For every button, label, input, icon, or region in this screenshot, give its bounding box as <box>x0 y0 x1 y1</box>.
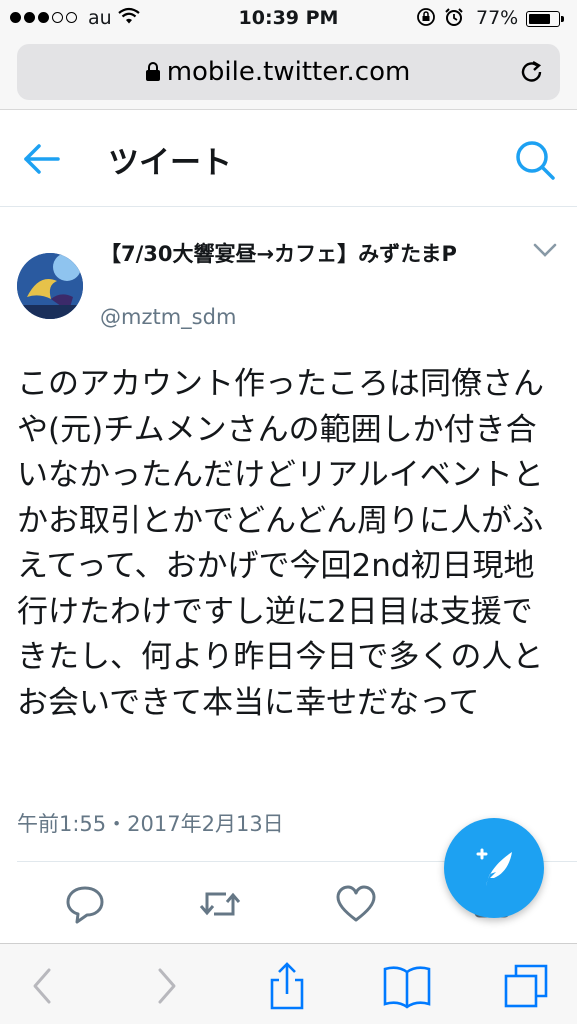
avatar[interactable] <box>17 253 83 319</box>
browser-toolbar <box>0 943 577 1024</box>
reload-icon[interactable] <box>519 58 545 90</box>
share-icon[interactable] <box>262 962 312 1010</box>
app-header: ツイート <box>0 111 577 207</box>
chevron-down-icon[interactable] <box>532 242 558 260</box>
alarm-icon <box>444 7 464 32</box>
reply-icon[interactable] <box>63 882 107 926</box>
retweet-icon[interactable] <box>198 882 242 926</box>
arrow-left-icon[interactable] <box>22 141 62 177</box>
bookmarks-icon[interactable] <box>382 962 432 1010</box>
tweet-timestamp[interactable]: 午前1:55・2017年2月13日 <box>17 808 284 838</box>
rotation-lock-icon <box>416 7 436 32</box>
page-title: ツイート <box>108 145 232 181</box>
url-text: mobile.twitter.com <box>166 57 411 87</box>
author-display-name[interactable]: 【7/30大響宴昼→カフェ】みずたまP <box>100 238 500 270</box>
heart-icon[interactable] <box>334 882 378 926</box>
battery-icon <box>526 11 560 27</box>
tweet-text: このアカウント作ったころは同僚さんや(元)チムメンさんの範囲しか付き合いなかった… <box>17 366 544 721</box>
back-icon[interactable] <box>20 962 70 1010</box>
battery-percent: 77% <box>476 7 519 29</box>
forward-icon[interactable] <box>140 962 190 1010</box>
url-field[interactable]: mobile.twitter.com <box>17 44 560 100</box>
author-handle[interactable]: @mztm_sdm <box>100 305 236 329</box>
compose-tweet-button[interactable] <box>444 818 544 918</box>
tabs-icon[interactable] <box>502 962 552 1010</box>
browser-address-bar: mobile.twitter.com <box>0 38 577 110</box>
search-icon[interactable] <box>514 139 556 181</box>
compose-tweet-icon <box>476 848 512 886</box>
status-bar: au 10:39 PM 77% <box>0 0 577 38</box>
